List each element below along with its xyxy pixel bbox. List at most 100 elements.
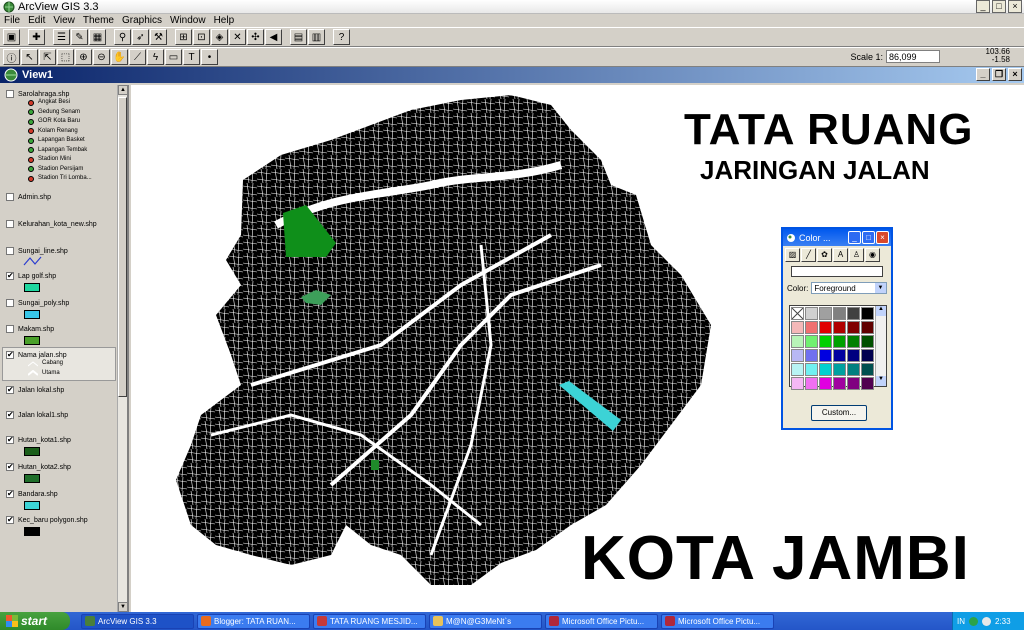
scroll-up-arrow[interactable]: ▲	[876, 306, 886, 316]
theme-jalan-lokal1[interactable]: ✔ Jalan lokal1.shp	[6, 411, 68, 419]
theme-admin[interactable]: Admin.shp	[6, 193, 51, 201]
theme-checkbox[interactable]	[6, 325, 14, 333]
pointer-tool[interactable]: ↖	[21, 49, 38, 65]
theme-hutan-kota1[interactable]: ✔ Hutan_kota1.shp	[6, 436, 71, 456]
font-palette-icon[interactable]: A	[833, 248, 848, 262]
zoom-active-button[interactable]: ⊡	[193, 29, 210, 45]
marker-palette-icon[interactable]: ✿	[817, 248, 832, 262]
theme-checkbox[interactable]: ✔	[6, 516, 14, 524]
color-swatch[interactable]	[791, 321, 804, 334]
color-swatch[interactable]	[861, 321, 874, 334]
custom-color-button[interactable]: Custom...	[811, 405, 867, 421]
color-swatch[interactable]	[819, 321, 832, 334]
theme-sungai-poly[interactable]: Sungai_poly.shp	[6, 299, 69, 319]
palette-close-button[interactable]: ×	[876, 231, 889, 244]
zoom-full-button[interactable]: ⊞	[175, 29, 192, 45]
add-theme-button[interactable]: ✚	[28, 29, 45, 45]
save-project-button[interactable]: ▣	[3, 29, 20, 45]
menu-graphics[interactable]: Graphics	[122, 15, 162, 26]
color-swatch[interactable]	[833, 321, 846, 334]
zoom-out-tool[interactable]: ⊖	[93, 49, 110, 65]
color-swatch[interactable]	[861, 377, 874, 390]
scroll-thumb[interactable]	[118, 97, 127, 397]
color-swatch[interactable]	[861, 363, 874, 376]
locate-address-button[interactable]: ➶	[132, 29, 149, 45]
theme-checkbox[interactable]	[6, 247, 14, 255]
select-feature-tool[interactable]: ⬚	[57, 49, 74, 65]
color-swatch[interactable]	[805, 307, 818, 320]
find-button[interactable]: ⚲	[114, 29, 131, 45]
color-grid-scrollbar[interactable]: ▲ ▼	[875, 306, 886, 386]
vertex-edit-tool[interactable]: ⇱	[39, 49, 56, 65]
theme-properties-button[interactable]: ☰	[53, 29, 70, 45]
theme-checkbox[interactable]	[6, 220, 14, 228]
icon-palette-icon[interactable]: ♙	[849, 248, 864, 262]
color-swatch[interactable]	[819, 377, 832, 390]
taskbar-button[interactable]: ArcView GIS 3.3	[81, 613, 194, 629]
edit-legend-button[interactable]: ✎	[71, 29, 88, 45]
view-close-button[interactable]: ×	[1008, 68, 1022, 81]
scroll-down-arrow[interactable]: ▼	[118, 602, 127, 612]
scale-input[interactable]	[886, 50, 940, 63]
theme-checkbox[interactable]: ✔	[6, 272, 14, 280]
theme-makam[interactable]: Makam.shp	[6, 325, 54, 345]
query-builder-button[interactable]: ⚒	[150, 29, 167, 45]
theme-kec-baru[interactable]: ✔ Kec_baru polygon.shp	[6, 516, 88, 536]
zoom-in-button[interactable]: ✕	[229, 29, 246, 45]
theme-jalan-lokal[interactable]: ✔ Jalan lokal.shp	[6, 386, 64, 394]
zoom-selected-button[interactable]: ◈	[211, 29, 228, 45]
maximize-button[interactable]: □	[992, 0, 1006, 13]
color-swatch[interactable]	[791, 335, 804, 348]
color-swatch[interactable]	[791, 363, 804, 376]
color-swatch[interactable]	[861, 349, 874, 362]
taskbar-button[interactable]: Blogger: TATA RUAN...	[197, 613, 310, 629]
text-tool[interactable]: T	[183, 49, 200, 65]
menu-view[interactable]: View	[53, 15, 75, 26]
menu-theme[interactable]: Theme	[83, 15, 114, 26]
color-swatch[interactable]	[819, 363, 832, 376]
zoom-previous-button[interactable]: ◀	[265, 29, 282, 45]
color-swatch[interactable]	[861, 335, 874, 348]
color-swatch[interactable]	[847, 307, 860, 320]
theme-lap-golf[interactable]: ✔ Lap golf.shp	[6, 272, 56, 292]
network-icon[interactable]	[969, 616, 978, 626]
theme-nama-jalan[interactable]: ✔ Nama jalan.shp Cabang Utama	[6, 351, 67, 378]
scroll-down-arrow[interactable]: ▼	[876, 376, 886, 386]
theme-bandara[interactable]: ✔ Bandara.shp	[6, 490, 58, 510]
theme-checkbox[interactable]: ✔	[6, 490, 14, 498]
taskbar-button[interactable]: Microsoft Office Pictu...	[545, 613, 658, 629]
theme-checkbox[interactable]	[6, 193, 14, 201]
help-button[interactable]: ?	[333, 29, 350, 45]
hotlink-tool[interactable]: ϟ	[147, 49, 164, 65]
pen-palette-icon[interactable]: ╱	[801, 248, 816, 262]
palette-maximize-button[interactable]: □	[862, 231, 875, 244]
minimize-button[interactable]: _	[976, 0, 990, 13]
menu-edit[interactable]: Edit	[28, 15, 45, 26]
theme-checkbox[interactable]: ✔	[6, 463, 14, 471]
color-swatch[interactable]	[791, 307, 804, 320]
theme-hutan-kota2[interactable]: ✔ Hutan_kota2.shp	[6, 463, 71, 483]
theme-checkbox[interactable]: ✔	[6, 436, 14, 444]
color-swatch[interactable]	[861, 307, 874, 320]
theme-checkbox[interactable]	[6, 90, 14, 98]
select-features-button[interactable]: ▤	[290, 29, 307, 45]
theme-checkbox[interactable]	[6, 299, 14, 307]
color-swatch[interactable]	[805, 321, 818, 334]
color-swatch[interactable]	[833, 335, 846, 348]
color-swatch[interactable]	[833, 377, 846, 390]
taskbar-button[interactable]: M@N@G3MeNt`s	[429, 613, 542, 629]
theme-checkbox[interactable]: ✔	[6, 351, 14, 359]
theme-kelurahan[interactable]: Kelurahan_kota_new.shp	[6, 220, 97, 228]
draw-tool[interactable]: •	[201, 49, 218, 65]
theme-checkbox[interactable]: ✔	[6, 411, 14, 419]
view-restore-button[interactable]: ❐	[992, 68, 1006, 81]
color-swatch[interactable]	[819, 335, 832, 348]
fill-palette-icon[interactable]: ▨	[785, 248, 800, 262]
color-swatch[interactable]	[847, 335, 860, 348]
color-swatch[interactable]	[833, 307, 846, 320]
theme-sarana[interactable]: Sarolahraga.shp Angkat Besi Gedung Senam G…	[6, 90, 92, 184]
theme-sungai-line[interactable]: Sungai_line.shp	[6, 247, 68, 269]
taskbar-button[interactable]: Microsoft Office Pictu...	[661, 613, 774, 629]
color-swatch[interactable]	[805, 349, 818, 362]
close-button[interactable]: ×	[1008, 0, 1022, 13]
